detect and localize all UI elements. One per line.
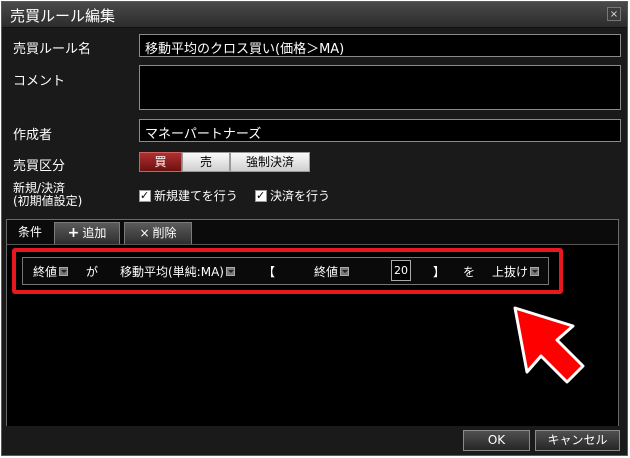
checkbox-checked-icon[interactable] xyxy=(255,188,267,204)
comment-label: コメント xyxy=(13,74,66,89)
settle-checkbox-label: 決済を行う xyxy=(270,189,331,203)
close-icon[interactable]: × xyxy=(607,7,621,21)
add-condition-label: 追加 xyxy=(82,226,107,240)
trade-type-sell-button[interactable]: 売 xyxy=(182,152,230,172)
checkbox-checked-icon[interactable] xyxy=(139,188,151,204)
delete-condition-label: 削除 xyxy=(152,226,177,240)
tab-condition[interactable]: 条件 xyxy=(12,222,48,244)
new-position-checkbox-label: 新規建てを行う xyxy=(154,189,238,203)
rule-name-input[interactable]: 移動平均のクロス買い(価格＞MA) xyxy=(139,34,621,57)
new-settle-label: 新規/決済 (初期値設定) xyxy=(13,181,83,208)
plus-icon: + xyxy=(67,225,80,241)
title-bar[interactable]: 売買ルール編集 × xyxy=(2,2,627,28)
rule-name-label: 売買ルール名 xyxy=(13,42,92,57)
comment-input[interactable] xyxy=(139,65,621,110)
cancel-button[interactable]: キャンセル xyxy=(535,430,620,451)
author-label: 作成者 xyxy=(13,128,53,143)
trade-type-label: 売買区分 xyxy=(13,159,66,174)
ok-button[interactable]: OK xyxy=(463,430,530,451)
settle-checkbox[interactable]: 決済を行う xyxy=(255,188,330,204)
trade-type-buy-button[interactable]: 買 xyxy=(139,152,182,172)
delete-condition-button[interactable]: × 削除 xyxy=(124,222,192,244)
author-input[interactable]: マネーパートナーズ xyxy=(139,119,621,142)
add-condition-button[interactable]: + 追加 xyxy=(54,222,120,244)
x-icon: × xyxy=(139,226,150,240)
highlight-box xyxy=(12,248,563,294)
red-arrow-icon xyxy=(513,306,585,384)
window-title: 売買ルール編集 xyxy=(10,7,116,25)
new-position-checkbox[interactable]: 新規建てを行う xyxy=(139,188,238,204)
trade-type-force-settle-button[interactable]: 強制決済 xyxy=(230,152,310,172)
